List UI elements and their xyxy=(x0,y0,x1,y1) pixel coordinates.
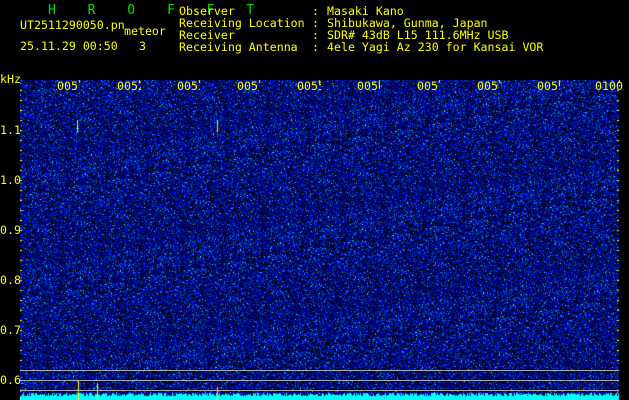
y-tick-label: 0.8 xyxy=(0,273,21,287)
y-tick-label: 0.7 xyxy=(0,323,21,337)
time-label: 0057 xyxy=(417,80,438,92)
antenna-label: Receiving Antenna xyxy=(179,40,298,54)
y-tick-label: 1.1 xyxy=(0,123,21,137)
time-label: 0056 xyxy=(357,80,380,92)
time-label: 0055 xyxy=(297,80,321,92)
time-label: 0051 xyxy=(57,80,78,92)
grid-line xyxy=(20,390,619,391)
separator: : xyxy=(312,40,319,54)
y-axis-unit: kHz xyxy=(0,72,21,86)
count: 3 xyxy=(139,39,146,53)
datetime: 25.11.29 00:50 xyxy=(20,39,118,53)
y-tick-label: 1.0 xyxy=(0,173,21,187)
spectrogram xyxy=(20,80,620,400)
grid-line xyxy=(20,380,619,381)
file-name: UT2511290050.pn xyxy=(20,18,125,32)
time-label: 0052 xyxy=(117,80,141,92)
time-label: 0054 xyxy=(237,80,258,92)
y-tick-label: 0.9 xyxy=(0,223,21,237)
time-label: 0053 xyxy=(177,80,200,92)
y-tick-label: 0.6 xyxy=(0,373,21,387)
mode-label: meteor xyxy=(124,24,166,38)
time-label: 0059 xyxy=(537,80,560,92)
grid-line xyxy=(20,370,619,371)
antenna-value: 4ele Yagi Az 230 for Kansai VOR xyxy=(327,40,544,54)
time-label: 0058 xyxy=(477,80,499,92)
time-label: 0100 xyxy=(595,80,623,92)
